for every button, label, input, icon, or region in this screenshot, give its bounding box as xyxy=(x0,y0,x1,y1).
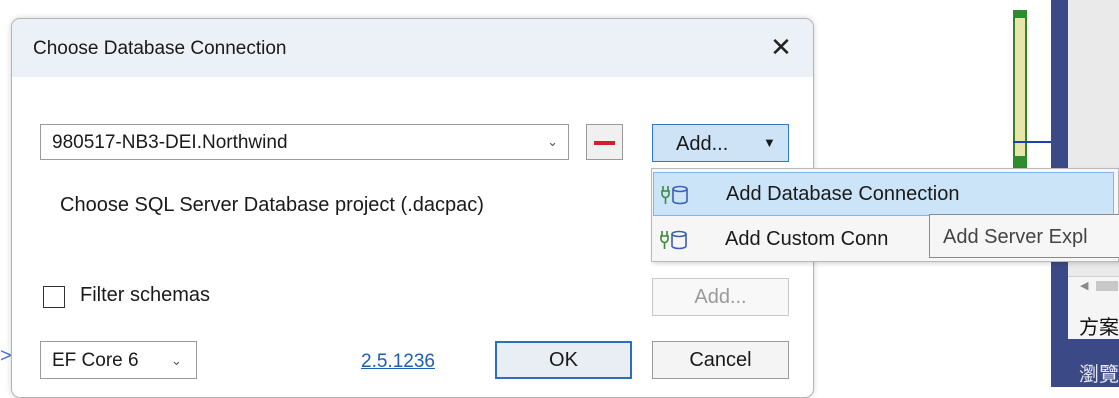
ide-splitter[interactable] xyxy=(1013,10,1027,168)
add-connection-split-button[interactable]: Add... ▼ xyxy=(652,124,789,162)
add-schema-button-label: Add... xyxy=(694,286,747,308)
ok-button-label: OK xyxy=(549,349,578,371)
filter-schemas-label[interactable]: Filter schemas xyxy=(80,284,210,307)
ef-version-dropdown[interactable]: EF Core 6 ⌄ xyxy=(40,341,197,379)
cancel-button-label: Cancel xyxy=(689,349,752,371)
left-edge-arrow-icon: > xyxy=(0,345,12,367)
connection-dropdown[interactable]: 980517-NB3-DEI.Northwind ⌄ xyxy=(40,124,569,160)
scroll-left-icon[interactable]: ◀ xyxy=(1080,279,1088,292)
close-button[interactable]: ✕ xyxy=(764,29,798,65)
ide-divider-line xyxy=(1013,141,1051,143)
menu-item-label: Add Custom Conn xyxy=(725,228,889,250)
browse-tab-label[interactable]: 瀏覽 xyxy=(1079,358,1119,387)
ok-button[interactable]: OK xyxy=(495,341,632,379)
dacpac-label: Choose SQL Server Database project (.dac… xyxy=(60,194,484,216)
version-link[interactable]: 2.5.1236 xyxy=(361,351,435,373)
tooltip-text: Add Server Expl xyxy=(943,226,1088,248)
add-button-label: Add... xyxy=(676,133,729,155)
minus-icon xyxy=(594,141,615,145)
dropdown-arrow-icon[interactable]: ▼ xyxy=(763,135,776,150)
solution-tab-label[interactable]: 方案 xyxy=(1079,311,1119,340)
ef-version-value: EF Core 6 xyxy=(52,350,139,371)
menu-item-label: Add Database Connection xyxy=(726,183,960,205)
dialog-titlebar: Choose Database Connection ✕ xyxy=(12,19,813,77)
cancel-button[interactable]: Cancel xyxy=(652,341,789,379)
dialog-title: Choose Database Connection xyxy=(33,38,287,59)
add-schema-button[interactable]: Add... xyxy=(652,278,789,316)
plug-db-icon xyxy=(660,230,687,250)
chevron-down-icon: ⌄ xyxy=(547,134,558,149)
filter-schemas-checkbox[interactable] xyxy=(43,286,65,308)
plug-db-icon xyxy=(661,185,688,205)
menu-item-add-database-connection[interactable]: Add Database Connection xyxy=(653,172,1114,216)
tooltip: Add Server Expl xyxy=(929,214,1119,258)
scrollbar-thumb[interactable] xyxy=(1096,281,1118,291)
chevron-down-icon: ⌄ xyxy=(171,353,182,368)
remove-connection-button[interactable] xyxy=(586,124,623,160)
connection-dropdown-value: 980517-NB3-DEI.Northwind xyxy=(52,132,288,153)
